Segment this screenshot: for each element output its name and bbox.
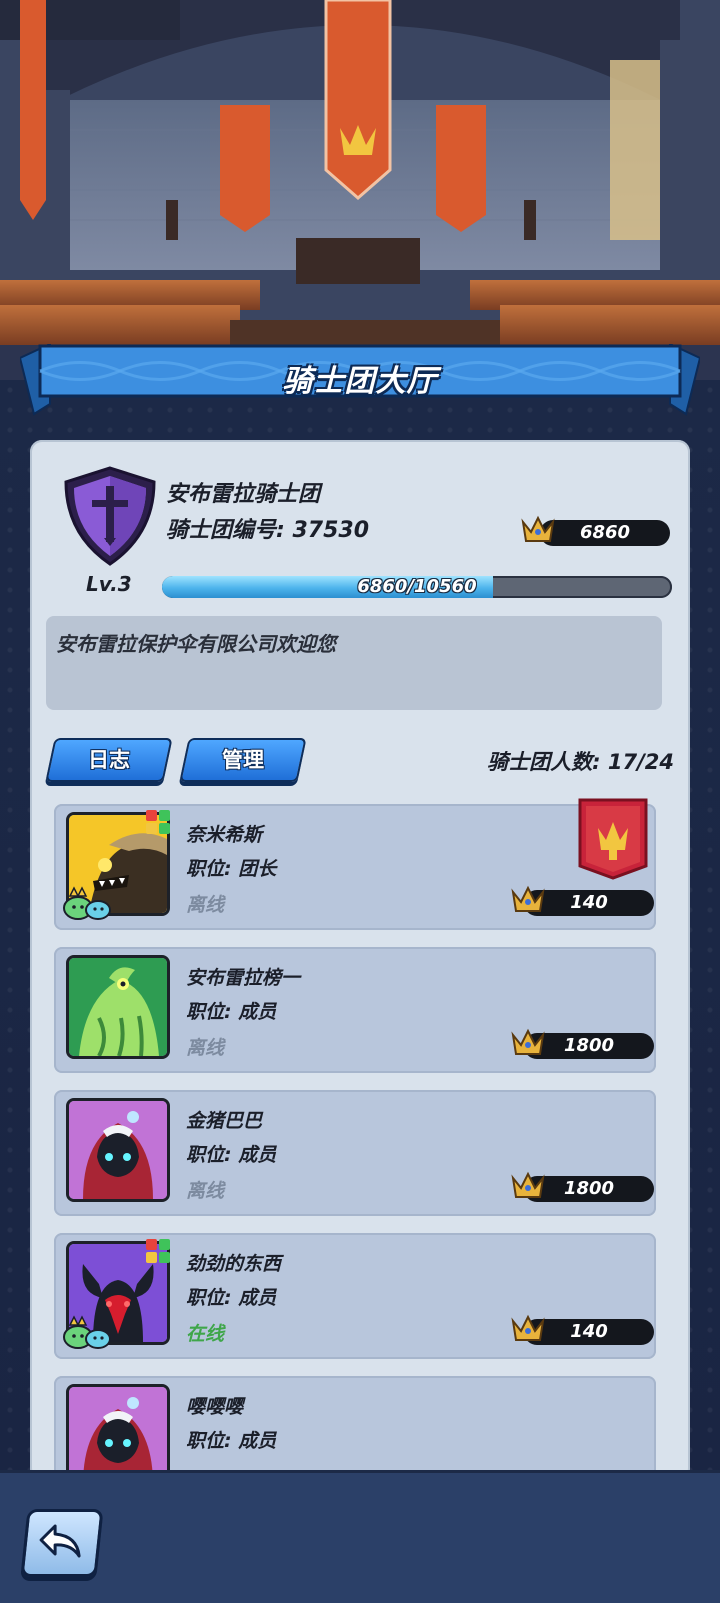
guild-exp-text: 6860/10560 <box>357 576 477 597</box>
guild-exp-bar: 6860/10560 <box>162 576 672 598</box>
guild-name: 安布雷拉骑士团 <box>166 482 321 507</box>
crown-icon <box>510 884 546 916</box>
title-ribbon: 骑士团大厅 <box>20 344 700 424</box>
back-button[interactable] <box>20 1509 104 1577</box>
leader-banner-icon <box>578 798 648 880</box>
crown-icon <box>510 1313 546 1345</box>
guild-panel: 安布雷拉骑士团 骑士团编号: 37530 Lv.3 6860 6860/1056… <box>30 440 690 1502</box>
member-name: 奈米希斯 <box>186 824 263 846</box>
page-title: 骑士团大厅 <box>282 364 438 399</box>
member-name: 金猪巴巴 <box>186 1110 263 1132</box>
member-role: 职位: 成员 <box>186 1144 277 1166</box>
guild-score: 6860 <box>540 520 670 546</box>
member-card[interactable]: 安布雷拉榜一 职位: 成员 离线 1800 <box>54 947 656 1073</box>
hooded-mage-avatar[interactable] <box>66 1098 170 1202</box>
bottom-bar <box>0 1470 720 1603</box>
crown-icon <box>510 1170 546 1202</box>
member-role: 职位: 成员 <box>186 1430 277 1452</box>
log-button-label: 日志 <box>88 748 130 772</box>
guild-notice-box[interactable]: 安布雷拉保护伞有限公司欢迎您 <box>46 616 662 710</box>
green-dragon-avatar[interactable] <box>66 955 170 1059</box>
member-list[interactable]: 奈米希斯 职位: 团长 离线 140 安布雷拉榜一 职位: 成员 离线 1800 金猪巴巴 职位:… <box>54 798 656 1519</box>
member-name: 劲劲的东西 <box>186 1253 282 1275</box>
element-dots-icon <box>144 1237 172 1265</box>
manage-button[interactable]: 管理 <box>179 738 307 782</box>
manage-button-label: 管理 <box>222 748 264 772</box>
element-dots-icon <box>144 808 172 836</box>
member-card[interactable]: 金猪巴巴 职位: 成员 离线 1800 <box>54 1090 656 1216</box>
member-status: 离线 <box>186 1180 225 1202</box>
log-button[interactable]: 日志 <box>45 738 173 782</box>
member-count: 骑士团人数: 17/24 <box>487 750 674 774</box>
member-status: 在线 <box>186 1323 225 1345</box>
member-name: 安布雷拉榜一 <box>186 967 301 989</box>
member-role: 职位: 团长 <box>186 858 277 880</box>
crown-icon <box>510 1027 546 1059</box>
member-status: 离线 <box>186 1037 225 1059</box>
crown-icon <box>521 515 555 542</box>
sword-shield-icon <box>64 466 156 566</box>
member-card[interactable]: 劲劲的东西 职位: 成员 在线 140 <box>54 1233 656 1359</box>
slime-pet-icon <box>62 1315 112 1349</box>
slime-pet-icon <box>62 886 112 920</box>
guild-level: Lv.3 <box>86 572 132 596</box>
member-card[interactable]: 奈米希斯 职位: 团长 离线 140 <box>54 798 656 930</box>
member-role: 职位: 成员 <box>186 1287 277 1309</box>
hall-background <box>0 0 720 380</box>
guild-id: 骑士团编号: 37530 <box>166 518 369 543</box>
guild-notice-text: 安布雷拉保护伞有限公司欢迎您 <box>56 632 336 656</box>
member-status: 离线 <box>186 894 225 916</box>
back-arrow-icon <box>39 1524 81 1558</box>
member-role: 职位: 成员 <box>186 1001 277 1023</box>
member-name: 嘤嘤嘤 <box>186 1396 244 1418</box>
